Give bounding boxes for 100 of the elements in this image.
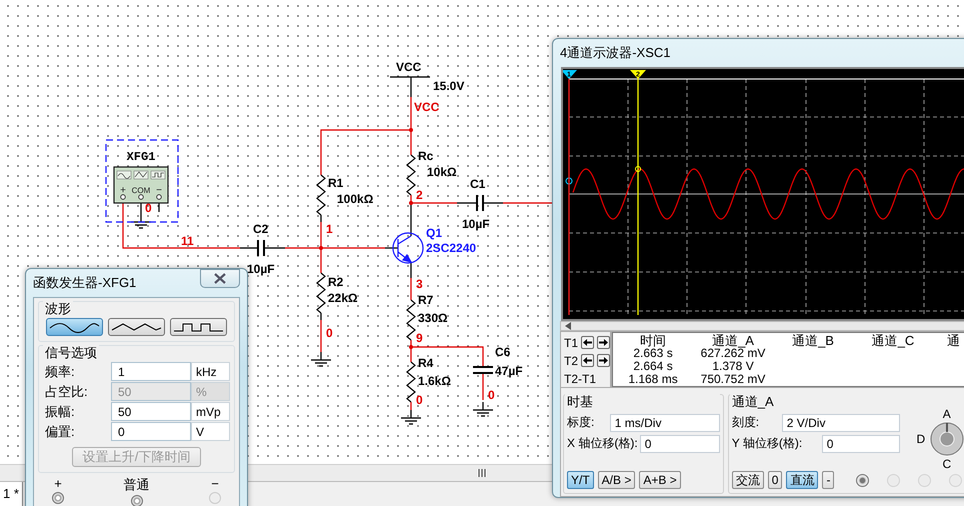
field-label: Y 轴位移(格): [732,435,802,452]
terminal-label: + [120,185,126,196]
capacitor-symbol [472,366,494,374]
sheet-tab[interactable]: 1 * [0,482,23,506]
input-field[interactable]: 1 [111,362,191,381]
triangle-wave-icon [109,321,164,333]
table-cell-text: 2.663 s [632,347,674,360]
junction-dot [409,345,413,349]
window-title: 4通道示波器-XSC1 [560,44,671,62]
junction-dot [409,128,413,132]
component-value: 10µF [247,262,275,276]
field-label: 标度: [567,414,594,431]
input-field[interactable]: 0 [640,434,720,452]
net-label: 0 [416,393,423,407]
waveform-button[interactable] [46,318,103,336]
net-label: 2 [416,188,423,202]
terminal-jack[interactable] [52,492,64,504]
component-value: 1.6kΩ [418,374,451,388]
cursor-left-button[interactable] [581,336,594,349]
left-arrow-icon[interactable] [565,322,571,330]
junction-dot [319,246,323,250]
sine-wave-icon [47,321,102,333]
unit-dropdown[interactable]: V [191,422,230,441]
group-label: 信号选项 [43,344,99,362]
field-label: 占空比: [45,382,89,400]
cursor-left-button[interactable] [581,354,594,367]
mode-button[interactable]: A+B > [639,471,681,489]
input-field[interactable]: 1 ms/Div [610,414,720,432]
field-label: X 轴位移(格): [567,435,638,452]
net-label: 0 [145,201,152,215]
grip-icon[interactable] [478,469,486,477]
row-label: T2-T1 [564,372,596,386]
terminal-label: − [156,185,162,196]
unit-dropdown[interactable]: kHz [191,362,230,381]
component-value: 22kΩ [328,291,358,305]
input-field[interactable]: 2 V/Div [782,414,900,432]
column-header: 通道_B [791,334,835,347]
close-icon [213,273,227,284]
field-label: 偏置: [45,422,76,440]
input-field[interactable]: 0 [111,422,191,441]
column-header: 时间 [639,334,668,347]
supply-voltage: 15.0V [433,79,464,93]
wire [410,402,412,410]
ground-symbol [472,401,494,417]
net-label: 0 [326,326,333,340]
input-field[interactable]: 0 [822,434,900,452]
net-label: 9 [416,331,423,345]
column-header: 通 [946,334,962,347]
group-label: 时基 [565,393,720,411]
net-label: 0 [488,388,495,402]
cursor-right-button[interactable] [597,336,610,349]
channel-knob[interactable] [930,422,964,456]
unit-dropdown[interactable]: mVp [191,402,230,421]
terminal-label: COM [132,186,150,195]
coupling-button[interactable]: 直流 [786,471,818,489]
mode-button[interactable]: Y/T [567,471,594,489]
component-value: 10kΩ [427,165,457,179]
net-label: 3 [416,277,423,291]
component-label: R4 [418,356,434,370]
field-label: 刻度: [732,414,760,431]
coupling-button[interactable]: - [822,471,834,489]
component-value: 330Ω [418,311,448,325]
terminal-label: + [54,476,62,491]
component-label: R7 [418,293,434,307]
waveform-button[interactable] [108,318,165,336]
net-label: 11 [181,234,194,248]
ground-symbol [310,351,332,367]
net-label: VCC [414,100,440,114]
component-label: R2 [328,275,344,289]
supply-label: VCC [396,60,422,74]
wire [482,373,484,400]
close-button[interactable] [200,269,240,288]
component-label: C6 [495,345,510,359]
row-label: T2 [564,354,578,368]
field-label: 振幅: [45,402,76,420]
column-header: 通道_C [870,334,916,347]
resistor-symbol [406,362,416,402]
coupling-button[interactable]: 0 [768,471,782,489]
radio-button[interactable] [856,474,870,486]
table-cell-text: 1.168 ms [627,373,679,386]
mode-button[interactable]: A/B > [598,471,636,489]
input-field[interactable]: 50 [111,402,191,421]
cursor-right-button[interactable] [597,354,610,367]
capacitor-symbol [476,194,484,212]
column-header: 通道_A [711,334,755,347]
resistor-symbol [406,154,416,196]
group-label: 波形 [43,300,73,318]
square-wave-icon [171,321,226,333]
cursor-point-icon [635,166,641,172]
coupling-button[interactable]: 交流 [732,471,764,489]
component-label: C1 [470,177,486,191]
window-title: 函数发生器-XFG1 [33,274,136,292]
component-label: Q1 [426,226,442,240]
component-value: 47µF [495,364,523,378]
waveform-button[interactable] [170,318,227,336]
knob-label: C [942,457,952,471]
component-label: C2 [253,222,268,236]
table-cell-text: 750.752 mV [700,373,766,386]
terminal-jack[interactable] [130,495,142,506]
ground-symbol [400,409,422,425]
